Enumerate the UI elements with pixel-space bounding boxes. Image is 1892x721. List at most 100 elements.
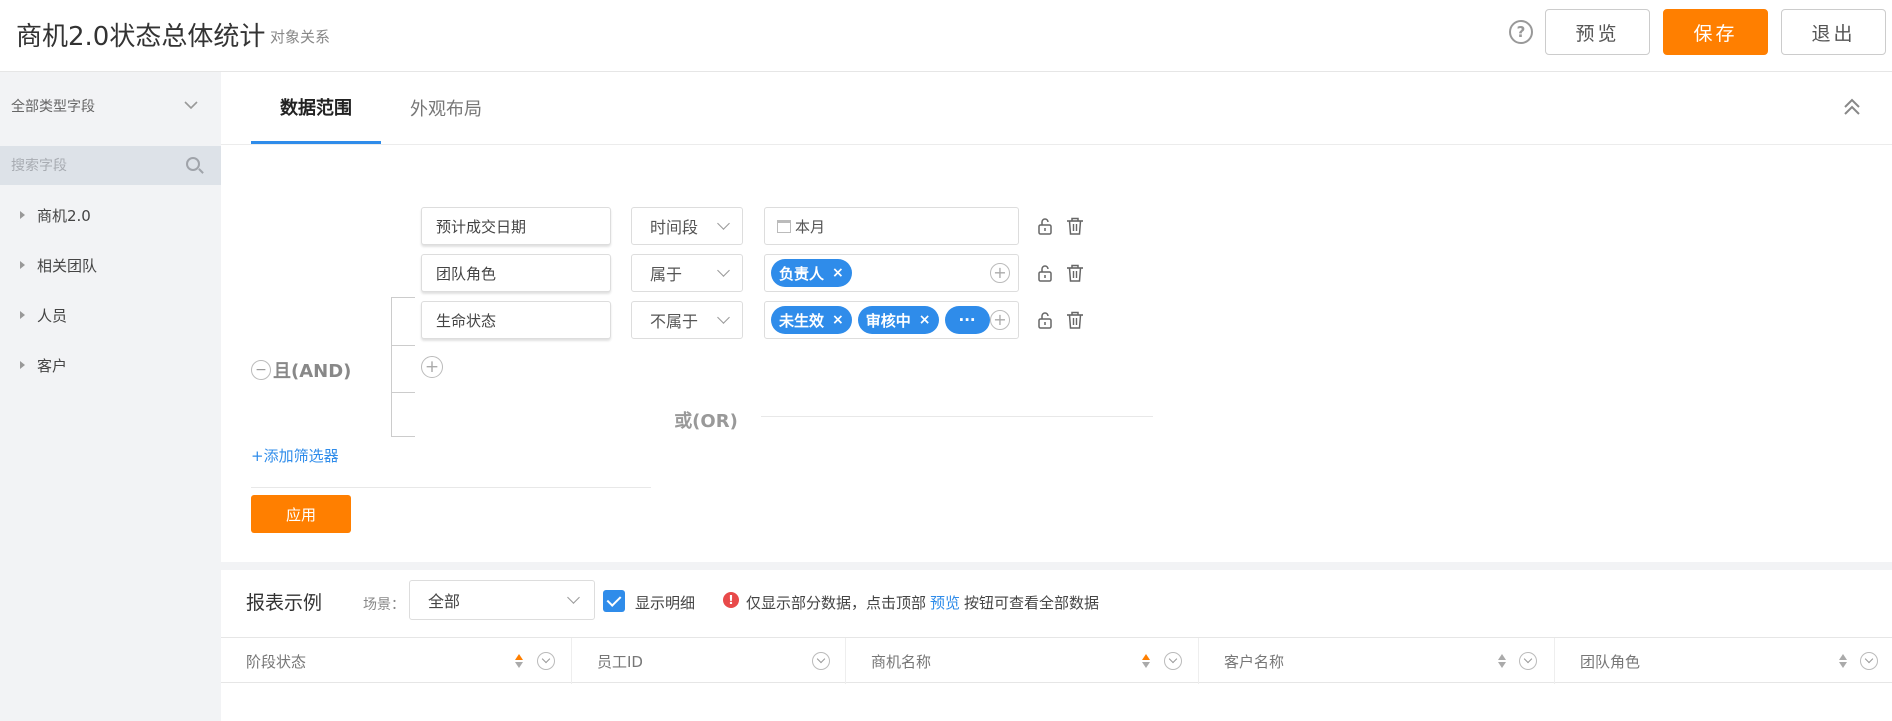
page-subtitle: 对象关系 [270, 28, 331, 46]
condition-field-select[interactable]: 预计成交日期 [421, 207, 611, 245]
or-label: 或(OR) [674, 411, 738, 432]
caret-right-icon[interactable] [20, 261, 25, 269]
notice-text: 按钮可查看全部数据 [964, 594, 1100, 612]
condition-tag-value[interactable]: 未生效 × 审核中 × ··· + [764, 301, 1019, 339]
caret-right-icon[interactable] [20, 311, 25, 319]
notice-text: 仅显示部分数据，点击顶部 [746, 594, 927, 612]
operator-label: 属于 [650, 265, 683, 284]
collapse-group-icon[interactable]: − [251, 360, 271, 380]
unlock-icon[interactable] [1036, 264, 1054, 282]
sort-icon[interactable] [1497, 653, 1507, 669]
operator-label: 不属于 [650, 312, 699, 331]
column-menu-icon[interactable] [1519, 652, 1537, 670]
column-label: 员工ID [597, 652, 643, 671]
column-header[interactable]: 团队角色 [1555, 638, 1892, 684]
or-divider-line [761, 416, 1153, 417]
scene-select[interactable]: 全部 [409, 580, 595, 620]
column-menu-icon[interactable] [1860, 652, 1878, 670]
unlock-icon[interactable] [1036, 217, 1054, 235]
condition-operator-select[interactable]: 时间段 [631, 207, 743, 245]
sort-icon[interactable] [514, 653, 524, 669]
value-tag: 未生效 × [771, 306, 852, 334]
column-header[interactable]: 客户名称 [1199, 638, 1555, 684]
search-box [0, 146, 221, 185]
sidebar-item-label: 商机2.0 [37, 206, 91, 225]
column-menu-icon[interactable] [537, 652, 555, 670]
chevron-down-icon [717, 311, 730, 324]
add-value-icon[interactable]: + [990, 263, 1010, 283]
partial-data-notice: 仅显示部分数据，点击顶部 预览 按钮可查看全部数据 [746, 592, 1099, 613]
condition-field-select[interactable]: 生命状态 [421, 301, 611, 339]
date-value: 本月 [795, 217, 826, 236]
field-type-select[interactable]: 全部类型字段 [11, 96, 95, 116]
tab-appearance-layout[interactable]: 外观布局 [381, 72, 511, 144]
trash-icon[interactable] [1065, 216, 1085, 236]
show-detail-label[interactable]: 显示明细 [635, 592, 695, 613]
page-title: 商机2.0状态总体统计 [16, 22, 266, 52]
column-header[interactable]: 商机名称 [846, 638, 1199, 684]
column-header[interactable]: 阶段状态 [221, 638, 572, 684]
column-header[interactable]: 员工ID [572, 638, 846, 684]
operator-label: 时间段 [650, 218, 699, 237]
add-filter-link[interactable]: +添加筛选器 [251, 445, 339, 466]
value-tag: 负责人 × [771, 259, 852, 287]
tag-label: 审核中 [865, 311, 911, 330]
caret-right-icon[interactable] [20, 211, 25, 219]
sort-icon[interactable] [1141, 653, 1151, 669]
column-label: 阶段状态 [246, 652, 307, 671]
close-icon[interactable]: × [832, 265, 844, 281]
group-bracket-branch [391, 436, 415, 437]
calendar-icon [777, 219, 791, 233]
sidebar-item-personnel[interactable]: 人员 [0, 300, 221, 330]
column-menu-icon[interactable] [1164, 652, 1182, 670]
add-condition-icon[interactable]: + [421, 356, 443, 378]
search-icon[interactable] [186, 157, 200, 171]
group-bracket-branch [391, 297, 415, 298]
column-menu-icon[interactable] [812, 652, 830, 670]
close-icon[interactable]: × [919, 312, 931, 328]
sidebar-item-label: 相关团队 [37, 256, 98, 275]
chevron-down-icon[interactable] [182, 96, 200, 114]
apply-button[interactable]: 应用 [251, 495, 351, 533]
sidebar-item-customer[interactable]: 客户 [0, 350, 221, 380]
condition-date-value[interactable]: 本月 [764, 207, 1019, 245]
column-label: 商机名称 [871, 652, 932, 671]
close-icon[interactable]: × [832, 312, 844, 328]
condition-tag-value[interactable]: 负责人 × + [764, 254, 1019, 292]
more-tags[interactable]: ··· [944, 306, 990, 334]
condition-operator-select[interactable]: 属于 [631, 254, 743, 292]
report-preview: 报表示例 场景： 全部 显示明细 ! 仅显示部分数据，点击顶部 预览 按钮可查看全部… [221, 570, 1892, 721]
trash-icon[interactable] [1065, 263, 1085, 283]
preview-button[interactable]: 预览 [1545, 9, 1650, 55]
column-label: 客户名称 [1224, 652, 1285, 671]
unlock-icon[interactable] [1036, 311, 1054, 329]
scene-value: 全部 [428, 592, 461, 611]
sidebar-item-team[interactable]: 相关团队 [0, 250, 221, 280]
chevron-down-icon [717, 264, 730, 277]
chevron-down-icon [567, 591, 580, 604]
sidebar-item-label: 人员 [37, 306, 68, 325]
help-icon[interactable]: ? [1509, 20, 1533, 44]
add-value-icon[interactable]: + [990, 310, 1010, 330]
tag-label: 未生效 [779, 311, 825, 330]
caret-right-icon[interactable] [20, 361, 25, 369]
sort-icon[interactable] [1838, 653, 1848, 669]
search-input[interactable] [0, 146, 180, 185]
chevron-down-icon [717, 217, 730, 230]
group-bracket-branch [391, 392, 415, 393]
tab-data-range[interactable]: 数据范围 [251, 72, 381, 144]
double-chevron-up-icon[interactable] [1841, 96, 1863, 118]
show-detail-checkbox[interactable] [603, 590, 625, 612]
report-title: 报表示例 [246, 592, 323, 614]
sidebar-item-opportunity[interactable]: 商机2.0 [0, 200, 221, 230]
warning-icon: ! [723, 592, 739, 608]
top-header: 商机2.0状态总体统计 对象关系 ? 预览 保存 退出 [0, 0, 1892, 72]
scene-label: 场景： [363, 597, 405, 613]
condition-operator-select[interactable]: 不属于 [631, 301, 743, 339]
exit-button[interactable]: 退出 [1781, 9, 1886, 55]
save-button[interactable]: 保存 [1663, 9, 1768, 55]
condition-field-select[interactable]: 团队角色 [421, 254, 611, 292]
preview-link[interactable]: 预览 [930, 594, 960, 612]
group-bracket [391, 297, 392, 437]
trash-icon[interactable] [1065, 310, 1085, 330]
